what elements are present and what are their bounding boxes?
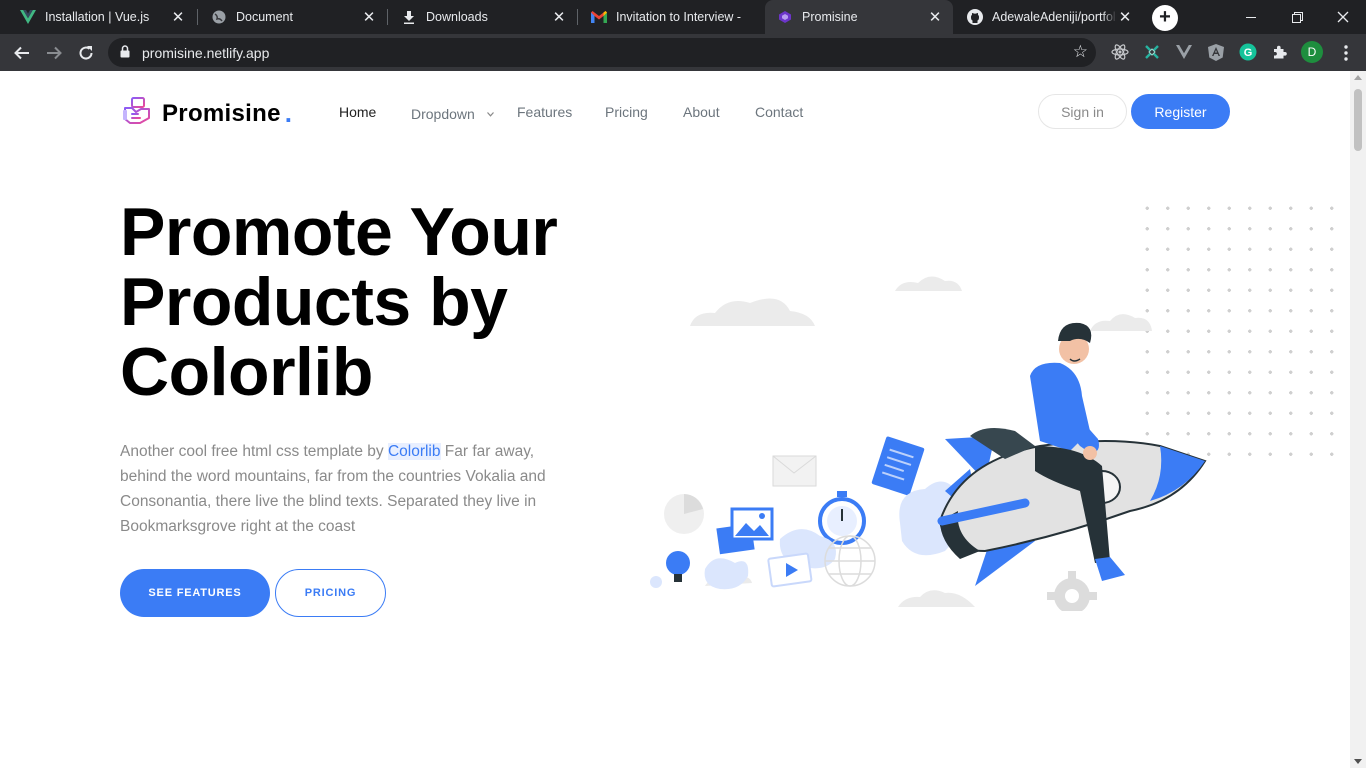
- page-scrollbar[interactable]: [1350, 71, 1366, 768]
- scroll-up-arrow-icon[interactable]: [1354, 75, 1362, 80]
- brand-name: Promisine: [162, 99, 281, 127]
- menu-icon[interactable]: [1336, 43, 1356, 63]
- tab-title: Installation | Vue.js: [45, 10, 150, 24]
- minimize-button[interactable]: [1228, 0, 1274, 34]
- stopwatch-icon: [818, 491, 866, 545]
- document-icon: [871, 436, 925, 496]
- extension-icon[interactable]: [1142, 42, 1162, 62]
- close-icon[interactable]: ✕: [361, 9, 377, 26]
- hero-description: Another cool free html css template by C…: [120, 439, 570, 539]
- image-gallery-icon: [716, 507, 774, 555]
- vue-icon: [20, 9, 36, 25]
- nav-home[interactable]: Home: [339, 104, 376, 120]
- close-window-button[interactable]: [1320, 0, 1366, 34]
- close-icon[interactable]: ✕: [927, 9, 943, 26]
- chevron-down-icon: [486, 104, 494, 120]
- tab-title: Promisine: [802, 10, 858, 24]
- reload-button[interactable]: [73, 40, 99, 66]
- promisine-icon: [777, 9, 793, 25]
- lightbulb-icon: [666, 551, 690, 582]
- tab-vue-installation[interactable]: Installation | Vue.js ✕: [8, 0, 196, 34]
- profile-avatar[interactable]: D: [1301, 41, 1323, 63]
- lock-icon[interactable]: [120, 45, 130, 63]
- tab-title: AdewaleAdeniji/portfoli: [992, 10, 1117, 24]
- nav-dropdown[interactable]: Dropdown: [411, 104, 494, 122]
- react-devtools-icon[interactable]: [1110, 42, 1130, 62]
- scrollbar-thumb[interactable]: [1354, 89, 1362, 151]
- close-icon[interactable]: ✕: [1117, 9, 1133, 26]
- web-page: Promisine . Home Dropdown Features Prici…: [0, 71, 1350, 768]
- see-features-button[interactable]: SEE FEATURES: [120, 569, 270, 617]
- tab-document[interactable]: Document ✕: [199, 0, 387, 34]
- restore-button[interactable]: [1274, 0, 1320, 34]
- bookmark-star-icon[interactable]: ☆: [1073, 42, 1088, 62]
- address-bar[interactable]: promisine.netlify.app ☆: [108, 38, 1096, 67]
- register-button[interactable]: Register: [1131, 94, 1230, 129]
- tab-separator: [577, 9, 578, 25]
- puzzle-icon[interactable]: [1270, 42, 1290, 62]
- forward-button[interactable]: [41, 40, 67, 66]
- new-tab-button[interactable]: +: [1152, 5, 1178, 31]
- site-logo[interactable]: Promisine .: [122, 96, 292, 131]
- tab-separator: [197, 9, 198, 25]
- vue-devtools-icon[interactable]: [1174, 42, 1194, 62]
- video-player-icon: [767, 552, 813, 588]
- hero-title-line: Colorlib: [120, 334, 373, 410]
- globe-icon: [211, 9, 227, 25]
- angular-icon[interactable]: [1206, 42, 1226, 62]
- tab-github-portfolio[interactable]: AdewaleAdeniji/portfoli ✕: [955, 0, 1143, 34]
- tab-downloads[interactable]: Downloads ✕: [389, 0, 577, 34]
- url-text[interactable]: promisine.netlify.app: [142, 45, 269, 61]
- browser-tab-bar: Installation | Vue.js ✕ Document ✕ Downl…: [0, 0, 1366, 34]
- handshake-logo-icon: [122, 96, 154, 131]
- envelope-icon: [772, 455, 817, 487]
- hero-title-line: Products by: [120, 264, 508, 340]
- hero-title: Promote Your Products by Colorlib: [120, 197, 640, 407]
- signin-button[interactable]: Sign in: [1038, 94, 1127, 129]
- hero-text-before: Another cool free html css template by: [120, 443, 388, 460]
- rocket-illustration: [650, 276, 1207, 611]
- close-icon[interactable]: ✕: [551, 9, 567, 26]
- pie-chart-icon: [664, 494, 704, 534]
- tab-title: Downloads: [426, 10, 488, 24]
- close-icon[interactable]: ✕: [170, 9, 186, 26]
- back-button[interactable]: [9, 40, 35, 66]
- tab-title: Document: [236, 10, 293, 24]
- gear-icon: [1047, 571, 1097, 611]
- svg-text:G: G: [1244, 47, 1253, 59]
- nav-pricing[interactable]: Pricing: [605, 104, 648, 120]
- pricing-button[interactable]: PRICING: [275, 569, 386, 617]
- colorlib-link[interactable]: Colorlib: [387, 443, 441, 460]
- grammarly-icon[interactable]: G: [1238, 42, 1258, 62]
- tab-separator: [387, 9, 388, 25]
- browser-toolbar: promisine.netlify.app ☆ G D: [0, 34, 1366, 71]
- nav-contact[interactable]: Contact: [755, 104, 803, 120]
- tab-gmail-invitation[interactable]: Invitation to Interview -: [579, 0, 763, 34]
- download-icon: [401, 9, 417, 25]
- tab-title: Invitation to Interview -: [616, 10, 742, 24]
- gmail-icon: [591, 9, 607, 25]
- scroll-down-arrow-icon[interactable]: [1354, 759, 1362, 764]
- brand-dot: .: [284, 98, 292, 128]
- nav-dropdown-label: Dropdown: [411, 106, 475, 122]
- nav-about[interactable]: About: [683, 104, 720, 120]
- hero-title-line: Promote Your: [120, 194, 558, 270]
- nav-features[interactable]: Features: [517, 104, 572, 120]
- github-icon: [967, 9, 983, 25]
- tab-promisine[interactable]: Promisine ✕: [765, 0, 953, 34]
